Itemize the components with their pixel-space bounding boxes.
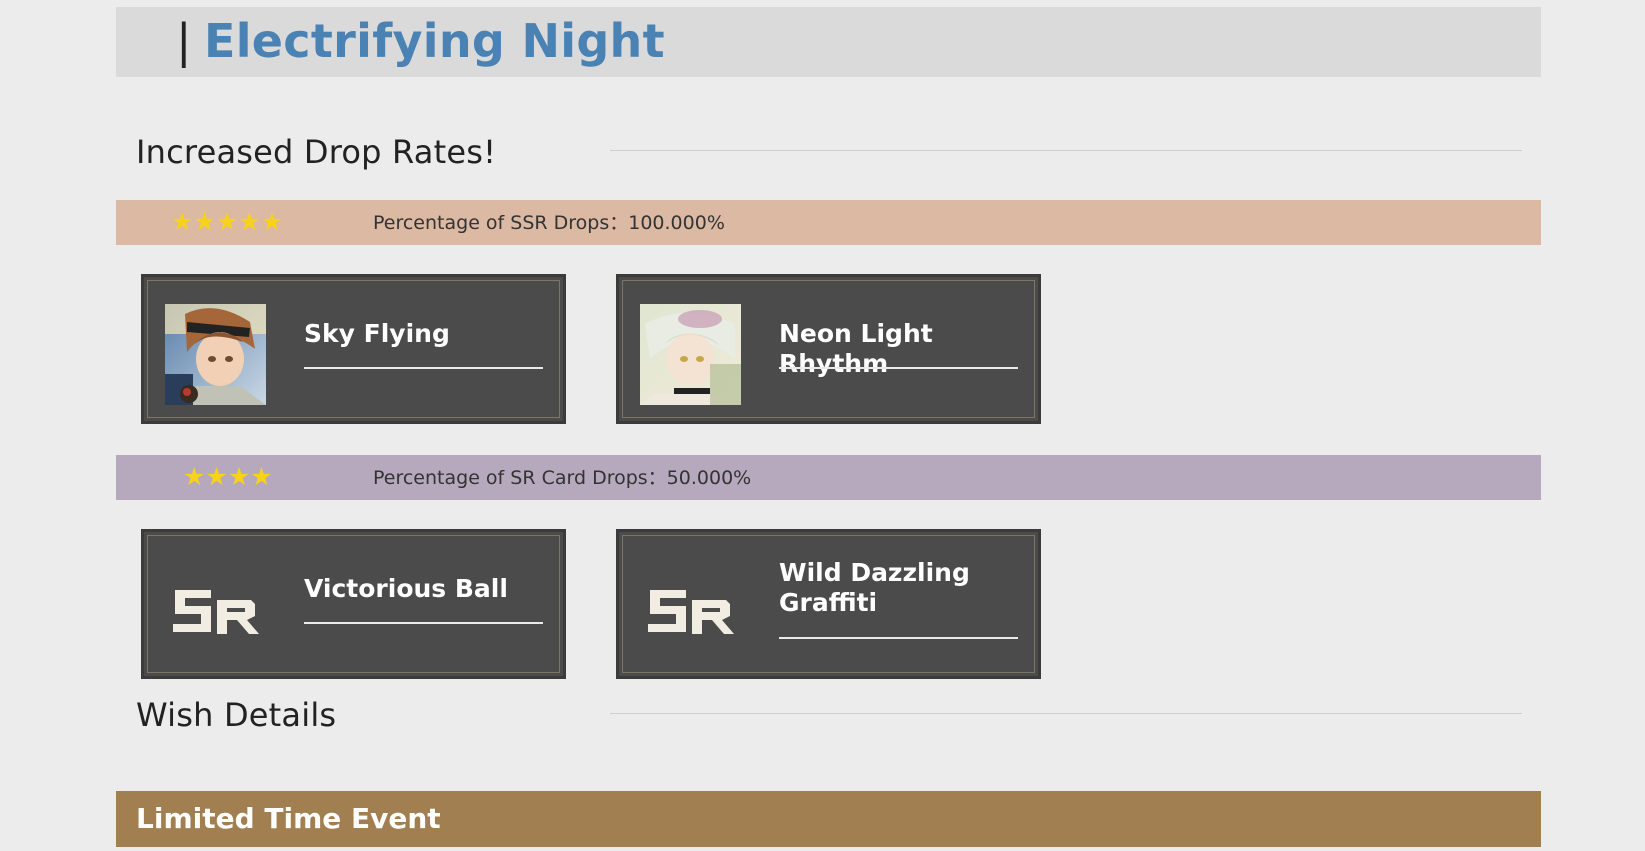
character-portrait-white-hair-icon <box>640 304 741 405</box>
card-underline <box>304 622 543 624</box>
section-divider <box>610 713 1522 714</box>
card-underline <box>779 637 1018 639</box>
card-underline <box>779 367 1018 369</box>
card-name: Neon Light Rhythm <box>779 319 933 378</box>
title-bar: | Electrifying Night <box>116 7 1541 77</box>
sr-stars-icon: ★★★★ <box>183 462 273 491</box>
card-underline <box>304 367 543 369</box>
sr-rate-bar: ★★★★ Percentage of SR Card Drops：50.000% <box>116 455 1541 500</box>
page: | Electrifying Night Increased Drop Rate… <box>116 7 1541 851</box>
ssr-rate-text: Percentage of SSR Drops：100.000% <box>373 212 725 234</box>
drop-rates-heading: Increased Drop Rates! <box>136 133 497 171</box>
card-name: Victorious Ball <box>304 574 508 603</box>
card-sky-flying[interactable]: Sky Flying <box>141 274 566 424</box>
card-neon-light-rhythm[interactable]: Neon Light Rhythm <box>616 274 1041 424</box>
ssr-stars-icon: ★★★★★ <box>171 207 284 236</box>
card-name: Sky Flying <box>304 319 450 348</box>
character-portrait-brown-hair-icon <box>165 304 266 405</box>
card-name: Wild Dazzling Graffiti <box>779 558 970 617</box>
wish-details-heading: Wish Details <box>136 696 337 734</box>
title-separator: | <box>176 14 192 68</box>
card-victorious-ball[interactable]: Victorious Ball <box>141 529 566 679</box>
section-divider <box>610 150 1522 151</box>
event-label: Limited Time Event <box>136 802 441 835</box>
page-title: Electrifying Night <box>204 14 665 68</box>
limited-time-event-bar[interactable]: Limited Time Event <box>116 791 1541 847</box>
card-wild-dazzling-graffiti[interactable]: Wild Dazzling Graffiti <box>616 529 1041 679</box>
sr-logo-icon <box>646 582 738 638</box>
sr-rate-text: Percentage of SR Card Drops：50.000% <box>373 467 752 489</box>
ssr-rate-bar: ★★★★★ Percentage of SSR Drops：100.000% <box>116 200 1541 245</box>
sr-logo-icon <box>171 582 263 638</box>
